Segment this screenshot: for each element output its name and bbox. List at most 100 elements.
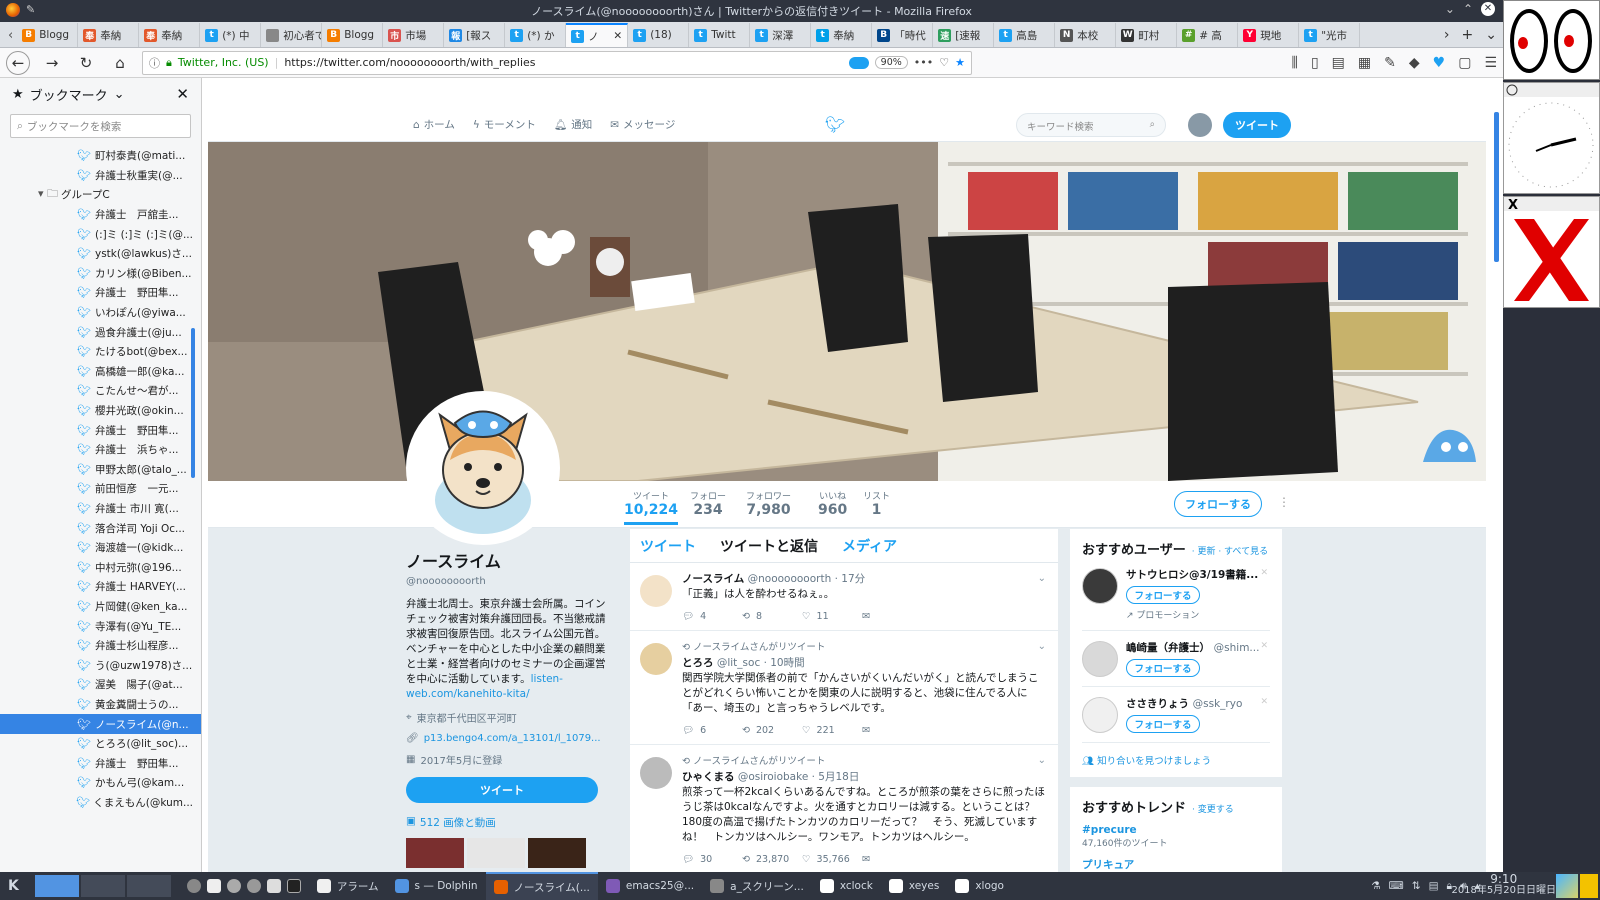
browser-tab[interactable]: B 「時代 [872, 23, 934, 47]
bookmark-item[interactable]: 🐦︎ 弁護士秋重実(@... [0, 166, 201, 186]
emacs-launcher-icon[interactable] [246, 879, 261, 893]
extension-icon-1[interactable]: ▤ [1332, 55, 1345, 71]
wtf-follow-button[interactable]: フォローする [1126, 715, 1200, 733]
browser-tab[interactable]: 市市場 [383, 23, 445, 47]
wtf-avatar[interactable] [1082, 697, 1118, 733]
bookmark-item[interactable]: 🐦︎ 黄金糞闘士うの... [0, 695, 201, 715]
wtf-name[interactable]: ささきりょう @ssk_ryo [1126, 696, 1270, 711]
twitter-extension-icon[interactable]: ♥ [1433, 55, 1446, 71]
media-link[interactable]: ▣ 512 画像と動画 [406, 815, 606, 830]
bookmark-item[interactable]: 🐦︎ 弁護士 市川 寛(... [0, 499, 201, 519]
reply-button[interactable]: 💬︎ 4 [682, 611, 742, 622]
tabs-scroll-right-icon[interactable]: › [1444, 27, 1450, 43]
tweet-menu-chevron-icon[interactable]: ⌄ [1038, 755, 1046, 766]
url-text[interactable]: https://twitter.com/noooooooorth/with_re… [284, 56, 842, 69]
browser-tab[interactable]: t (*) 中 [200, 23, 262, 47]
retweet-button[interactable]: ⟲ 23,870 [742, 854, 802, 865]
kde-menu-button[interactable]: K [0, 872, 27, 900]
browser-tab[interactable]: 初心者で [261, 23, 323, 47]
tweet-author-name[interactable]: ノースライム [682, 573, 744, 585]
firefox-launcher-icon[interactable] [186, 879, 201, 893]
taskbar-task[interactable]: s — Dolphin [387, 872, 486, 900]
tweet-menu-chevron-icon[interactable]: ⌄ [1038, 641, 1046, 652]
wtf-name[interactable]: サトウヒロシ@3/19書籍... [1126, 567, 1270, 582]
trend-item[interactable]: プリキュア [1082, 857, 1270, 872]
wtf-avatar[interactable] [1082, 568, 1118, 604]
desktop-2[interactable] [80, 875, 125, 897]
desktop-3[interactable] [126, 875, 171, 897]
tweet[interactable]: ノースライム @noooooooorth · 17分 「正義」は人を酔わせるねぇ。… [630, 563, 1058, 631]
evernote-icon[interactable]: ◆ [1409, 55, 1420, 71]
tweet-avatar[interactable] [640, 757, 672, 789]
tweet-time[interactable]: · 5月18日 [812, 771, 860, 783]
bookmark-item[interactable]: 🐦︎ 海渡雄一(@kidk... [0, 538, 201, 558]
tab-tweets-and-replies[interactable]: ツイートと返信 [720, 536, 818, 556]
bookmark-item[interactable]: 🐦︎ 渥美 陽子(@at... [0, 675, 201, 695]
zoom-indicator[interactable]: 90% [874, 56, 908, 69]
tweet-author-handle[interactable]: @noooooooorth [748, 573, 832, 585]
dismiss-icon[interactable]: ✕ [1260, 568, 1268, 578]
bookmark-item[interactable]: 🐦︎ 寺澤有(@Yu_TE... [0, 616, 201, 636]
extension-icon-3[interactable]: ✎ [1384, 55, 1396, 71]
profile-stat[interactable]: フォロワー 7,980 [746, 489, 791, 518]
pager[interactable] [27, 872, 179, 900]
profile-stat[interactable]: いいね 960 [818, 489, 847, 518]
network-icon[interactable]: ⇅ [1412, 880, 1421, 893]
account-avatar[interactable] [1188, 113, 1212, 137]
browser-tab[interactable]: t Twitt [689, 23, 751, 47]
bookmark-item[interactable]: 🐦︎ たけるbot(@bex... [0, 342, 201, 362]
tweet-time[interactable]: · 17分 [835, 573, 866, 585]
toggle-icon[interactable] [848, 56, 869, 69]
like-button[interactable]: ♡ 11 [802, 611, 862, 622]
window-titlebar[interactable]: ✎ ノースライム(@noooooooorth)さん | Twitterからの返信… [0, 0, 1503, 22]
taskbar-task[interactable]: アラーム [309, 872, 387, 900]
wtf-follow-button[interactable]: フォローする [1126, 659, 1200, 677]
bookmark-folder[interactable]: ▾ 🗀︎ グループC [0, 185, 201, 205]
retweet-button[interactable]: ⟲ 8 [742, 611, 802, 622]
clipboard-tray-icon[interactable]: ▤ [1429, 880, 1439, 893]
follow-button[interactable]: フォローする [1174, 491, 1262, 517]
clipboard-icon[interactable]: ▢ [1458, 55, 1471, 71]
browser-tab[interactable]: 報 [報ス [444, 23, 506, 47]
chevron-down-icon[interactable]: ⌄ [114, 87, 125, 102]
menu-icon[interactable]: ☰ [1484, 55, 1497, 71]
bookmark-item[interactable]: 🐦︎ かもん弓(@kam... [0, 773, 201, 793]
more-options-icon[interactable]: ⋮ [1278, 495, 1290, 509]
info-icon[interactable]: ⓘ [149, 55, 160, 71]
close-sidebar-icon[interactable]: ✕ [176, 85, 189, 103]
browser-tab[interactable]: W 町村 [1116, 23, 1178, 47]
bookmark-item[interactable]: 🐦︎ う(@uzw1978)さ... [0, 655, 201, 675]
tabs-scroll-left-icon[interactable]: ‹ [4, 28, 17, 47]
browser-tab[interactable]: N 本校 [1055, 23, 1117, 47]
reply-button[interactable]: 💬︎ 30 [682, 854, 742, 865]
profile-website[interactable]: 🔗︎ p13.bengo4.com/a_13101/l_1079... [406, 733, 606, 744]
dm-button[interactable]: ✉ [862, 854, 922, 865]
wtf-follow-button[interactable]: フォローする [1126, 586, 1200, 604]
media-thumbnail[interactable] [467, 838, 525, 868]
bookmark-item[interactable]: 🐦︎ くまえもん(@kum... [0, 793, 201, 813]
bookmark-item[interactable]: 🐦︎ 弁護士 戸舘圭... [0, 205, 201, 225]
browser-tab[interactable]: t "光市 [1299, 23, 1361, 47]
bookmark-item[interactable]: 🐦︎ 町村泰貴(@mati... [0, 146, 201, 166]
wtf-refresh-link[interactable]: · 更新 · すべて見る [1192, 544, 1268, 557]
browser-tab[interactable]: # # 高 [1177, 23, 1239, 47]
browser-tab[interactable]: t 深澤 [750, 23, 812, 47]
tweet-avatar[interactable] [640, 643, 672, 675]
twitter-bird-icon[interactable]: 🐦︎ [825, 115, 845, 134]
tweet-avatar[interactable] [640, 575, 672, 607]
reply-button[interactable]: 💬︎ 6 [682, 725, 742, 736]
input-method-icon[interactable]: ⚗ [1371, 880, 1380, 893]
profile-avatar[interactable] [406, 391, 560, 545]
tweet-author-handle[interactable]: @osiroiobake [738, 771, 808, 783]
close-window-icon[interactable]: ✕ [1481, 2, 1495, 16]
find-friends-link[interactable]: 👥︎ 知り合いを見つけましょう [1082, 753, 1270, 767]
nav-moments[interactable]: ϟ モーメント [473, 117, 536, 132]
retweet-button[interactable]: ⟲ 202 [742, 725, 802, 736]
minimize-chevron-icon[interactable]: ⌄ [1445, 2, 1455, 16]
pin-icon[interactable]: ✎ [26, 3, 35, 17]
twitter-search-input[interactable]: キーワード検索 ⌕ [1016, 113, 1166, 137]
tweet[interactable]: ⟲ ノースライムさんがリツイート とろろ @lit_soc · 10時間 関西学院大… [630, 631, 1058, 745]
wtf-name[interactable]: 嶋崎量（弁護士） @shim... [1126, 640, 1270, 655]
browser-tab[interactable]: B Blogg [322, 23, 384, 47]
trends-change-link[interactable]: · 変更する [1192, 802, 1234, 815]
